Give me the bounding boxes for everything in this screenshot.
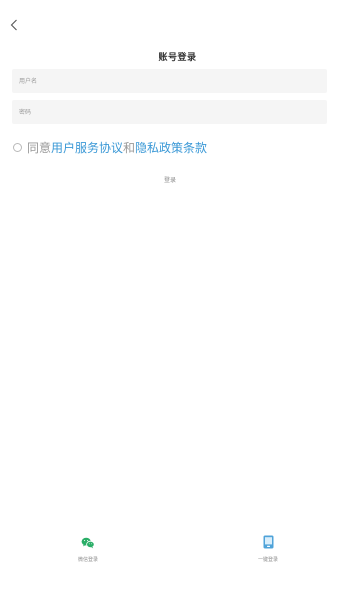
user-agreement-link[interactable]: 用户服务协议 xyxy=(51,139,123,156)
phone-icon xyxy=(263,534,274,553)
wechat-login-label: 微信登录 xyxy=(77,557,98,563)
wechat-icon xyxy=(81,534,95,553)
password-field-container xyxy=(12,100,327,124)
onekey-login-button[interactable]: 一键登录 xyxy=(243,534,293,563)
login-button[interactable]: 登录 xyxy=(150,174,190,188)
username-input[interactable] xyxy=(12,69,327,93)
page-title: 账号登录 xyxy=(158,53,197,63)
login-screen: 账号登录 同意 用户服务协议 和 隐私政策条款 登录 微信登录 xyxy=(0,0,355,595)
wechat-login-button[interactable]: 微信登录 xyxy=(63,534,113,563)
agreement-radio[interactable] xyxy=(13,143,22,152)
back-button[interactable] xyxy=(4,14,24,36)
password-input[interactable] xyxy=(12,100,327,124)
onekey-login-label: 一键登录 xyxy=(257,557,278,563)
agreement-conjunction: 和 xyxy=(123,141,136,155)
privacy-policy-link[interactable]: 隐私政策条款 xyxy=(135,139,207,156)
username-field-container xyxy=(12,69,327,93)
chevron-left-icon xyxy=(10,16,18,35)
agreement-row: 同意 用户服务协议 和 隐私政策条款 xyxy=(13,139,207,156)
agreement-prefix: 同意 xyxy=(27,141,52,155)
